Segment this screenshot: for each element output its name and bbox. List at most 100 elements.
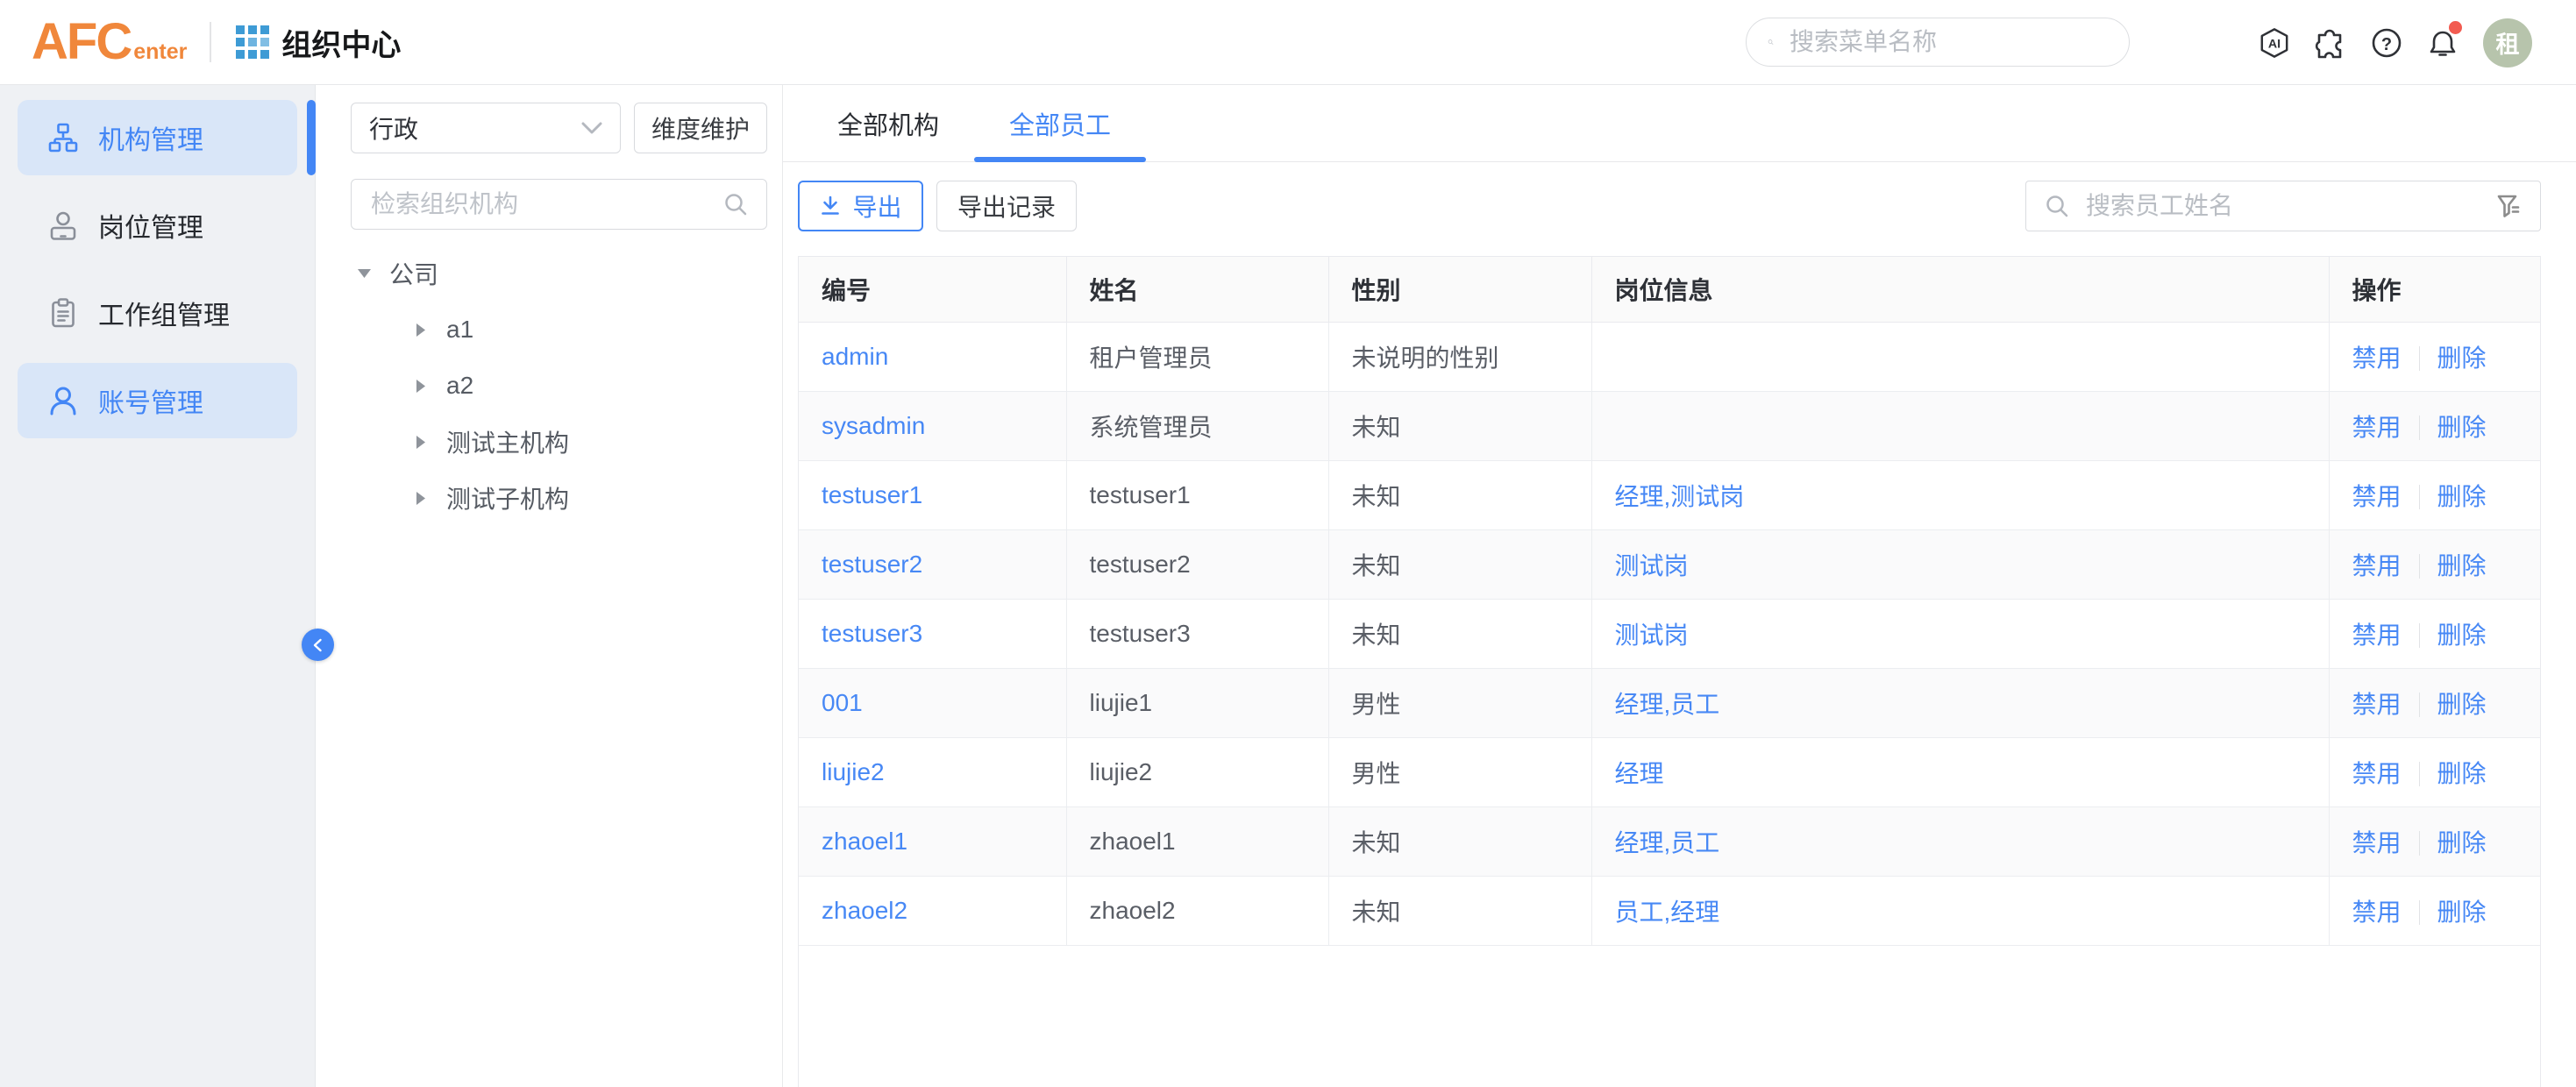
disable-action-link[interactable]: 禁用 [2352, 899, 2402, 926]
org-tree: 公司 a1 a2 测试主机构 测试子机构 [351, 256, 767, 515]
tree-node[interactable]: a1 [351, 312, 767, 347]
action-divider [2419, 485, 2420, 509]
employee-posts-link[interactable]: 员工,经理 [1615, 899, 1720, 926]
table-row: admin 租户管理员 未说明的性别 禁用删除 [799, 322, 2540, 391]
employee-posts-link[interactable]: 测试岗 [1615, 552, 1689, 579]
tree-node[interactable]: 测试子机构 [351, 480, 767, 515]
disable-action-link[interactable]: 禁用 [2352, 345, 2402, 372]
tree-node[interactable]: 测试主机构 [351, 424, 767, 459]
employee-id-link[interactable]: testuser3 [822, 620, 922, 647]
delete-action-link[interactable]: 删除 [2437, 760, 2487, 787]
employee-name-cell: zhaoel1 [1066, 806, 1328, 876]
export-records-button[interactable]: 导出记录 [936, 181, 1077, 231]
help-icon[interactable]: ? [2371, 27, 2402, 59]
disable-action-link[interactable]: 禁用 [2352, 760, 2402, 787]
org-search-input[interactable] [369, 189, 722, 219]
employee-posts-link[interactable]: 经理,测试岗 [1615, 483, 1745, 510]
org-search-box [351, 179, 767, 230]
main-content: 全部机构 全部员工 导出 导出记录 [783, 85, 2576, 1087]
employee-name-cell: liujie2 [1066, 737, 1328, 806]
employee-id-link[interactable]: testuser2 [822, 551, 922, 578]
delete-action-link[interactable]: 删除 [2437, 622, 2487, 649]
action-divider [2419, 346, 2420, 371]
filter-funnel-icon[interactable] [2494, 192, 2523, 220]
employee-id-link[interactable]: 001 [822, 689, 863, 716]
employee-id-link[interactable]: sysadmin [822, 412, 925, 439]
employee-id-link[interactable]: zhaoel2 [822, 897, 907, 924]
employee-gender-cell: 未知 [1328, 529, 1591, 599]
clipboard-icon [47, 297, 79, 329]
sidebar: 机构管理 岗位管理 工作组管理 账号管理 [0, 85, 316, 1087]
sidebar-item-label: 账号管理 [98, 381, 203, 420]
disable-action-link[interactable]: 禁用 [2352, 414, 2402, 441]
page-title: 组织中心 [281, 21, 401, 64]
collapse-panel-button[interactable] [302, 629, 334, 661]
column-header-gender: 性别 [1328, 257, 1591, 322]
sidebar-item-account-management[interactable]: 账号管理 [18, 363, 297, 438]
caret-right-icon[interactable] [408, 492, 434, 505]
employee-posts-link[interactable]: 经理 [1615, 760, 1664, 787]
employee-search-input[interactable] [2084, 191, 2494, 221]
caret-down-icon[interactable] [351, 269, 377, 278]
delete-action-link[interactable]: 删除 [2437, 691, 2487, 718]
disable-action-link[interactable]: 禁用 [2352, 622, 2402, 649]
disable-action-link[interactable]: 禁用 [2352, 483, 2402, 510]
employee-gender-cell: 男性 [1328, 668, 1591, 737]
plugin-icon[interactable] [2315, 27, 2346, 59]
action-divider [2419, 554, 2420, 579]
search-icon [1768, 29, 1774, 55]
dimension-select[interactable]: 行政 [351, 103, 621, 153]
avatar[interactable]: 租 [2483, 18, 2532, 67]
column-header-name: 姓名 [1066, 257, 1328, 322]
disable-action-link[interactable]: 禁用 [2352, 691, 2402, 718]
caret-right-icon[interactable] [408, 380, 434, 393]
sidebar-item-label: 工作组管理 [98, 294, 230, 332]
employee-id-link[interactable]: admin [822, 343, 888, 370]
download-icon [819, 195, 842, 217]
dimension-maintain-button[interactable]: 维度维护 [634, 103, 767, 153]
delete-action-link[interactable]: 删除 [2437, 483, 2487, 510]
delete-action-link[interactable]: 删除 [2437, 829, 2487, 856]
tab-all-employees[interactable]: 全部员工 [974, 85, 1146, 161]
employee-posts-link[interactable]: 经理,员工 [1615, 691, 1720, 718]
employee-id-link[interactable]: zhaoel1 [822, 828, 907, 855]
disable-action-link[interactable]: 禁用 [2352, 552, 2402, 579]
delete-action-link[interactable]: 删除 [2437, 552, 2487, 579]
employee-id-link[interactable]: liujie2 [822, 758, 885, 785]
svg-text:?: ? [2381, 35, 2392, 54]
employee-gender-cell: 未知 [1328, 806, 1591, 876]
sidebar-item-workgroup-management[interactable]: 工作组管理 [18, 275, 297, 351]
notification-badge [2449, 21, 2462, 34]
delete-action-link[interactable]: 删除 [2437, 899, 2487, 926]
tree-node-root[interactable]: 公司 [351, 256, 767, 291]
tree-node-label: 公司 [389, 256, 438, 291]
disable-action-link[interactable]: 禁用 [2352, 829, 2402, 856]
employee-posts-link[interactable]: 经理,员工 [1615, 829, 1720, 856]
app-header: AFC enter 组织中心 AI [0, 0, 2576, 85]
search-icon [722, 191, 749, 217]
person-badge-icon [47, 210, 79, 241]
tree-node[interactable]: a2 [351, 368, 767, 403]
employee-gender-cell: 未知 [1328, 391, 1591, 460]
sidebar-item-org-management[interactable]: 机构管理 [18, 100, 297, 175]
menu-search-input[interactable] [1788, 27, 2108, 57]
delete-action-link[interactable]: 删除 [2437, 414, 2487, 441]
employee-id-link[interactable]: testuser1 [822, 481, 922, 508]
delete-action-link[interactable]: 删除 [2437, 345, 2487, 372]
chevron-down-icon [581, 122, 602, 134]
tab-all-orgs[interactable]: 全部机构 [802, 85, 974, 161]
action-divider [2419, 900, 2420, 925]
table-header-row: 编号 姓名 性别 岗位信息 操作 [799, 257, 2540, 322]
menu-search-box [1746, 18, 2130, 67]
notification-bell-icon[interactable] [2427, 27, 2459, 59]
avatar-text: 租 [2496, 25, 2520, 60]
employee-posts-link[interactable]: 测试岗 [1615, 622, 1689, 649]
column-header-posts: 岗位信息 [1591, 257, 2329, 322]
ai-assistant-icon[interactable]: AI [2259, 27, 2290, 59]
logo-main-text: AFC [32, 21, 131, 63]
sidebar-item-position-management[interactable]: 岗位管理 [18, 188, 297, 263]
employee-name-cell: 租户管理员 [1066, 322, 1328, 391]
caret-right-icon[interactable] [408, 323, 434, 337]
caret-right-icon[interactable] [408, 436, 434, 449]
export-button[interactable]: 导出 [798, 181, 923, 231]
